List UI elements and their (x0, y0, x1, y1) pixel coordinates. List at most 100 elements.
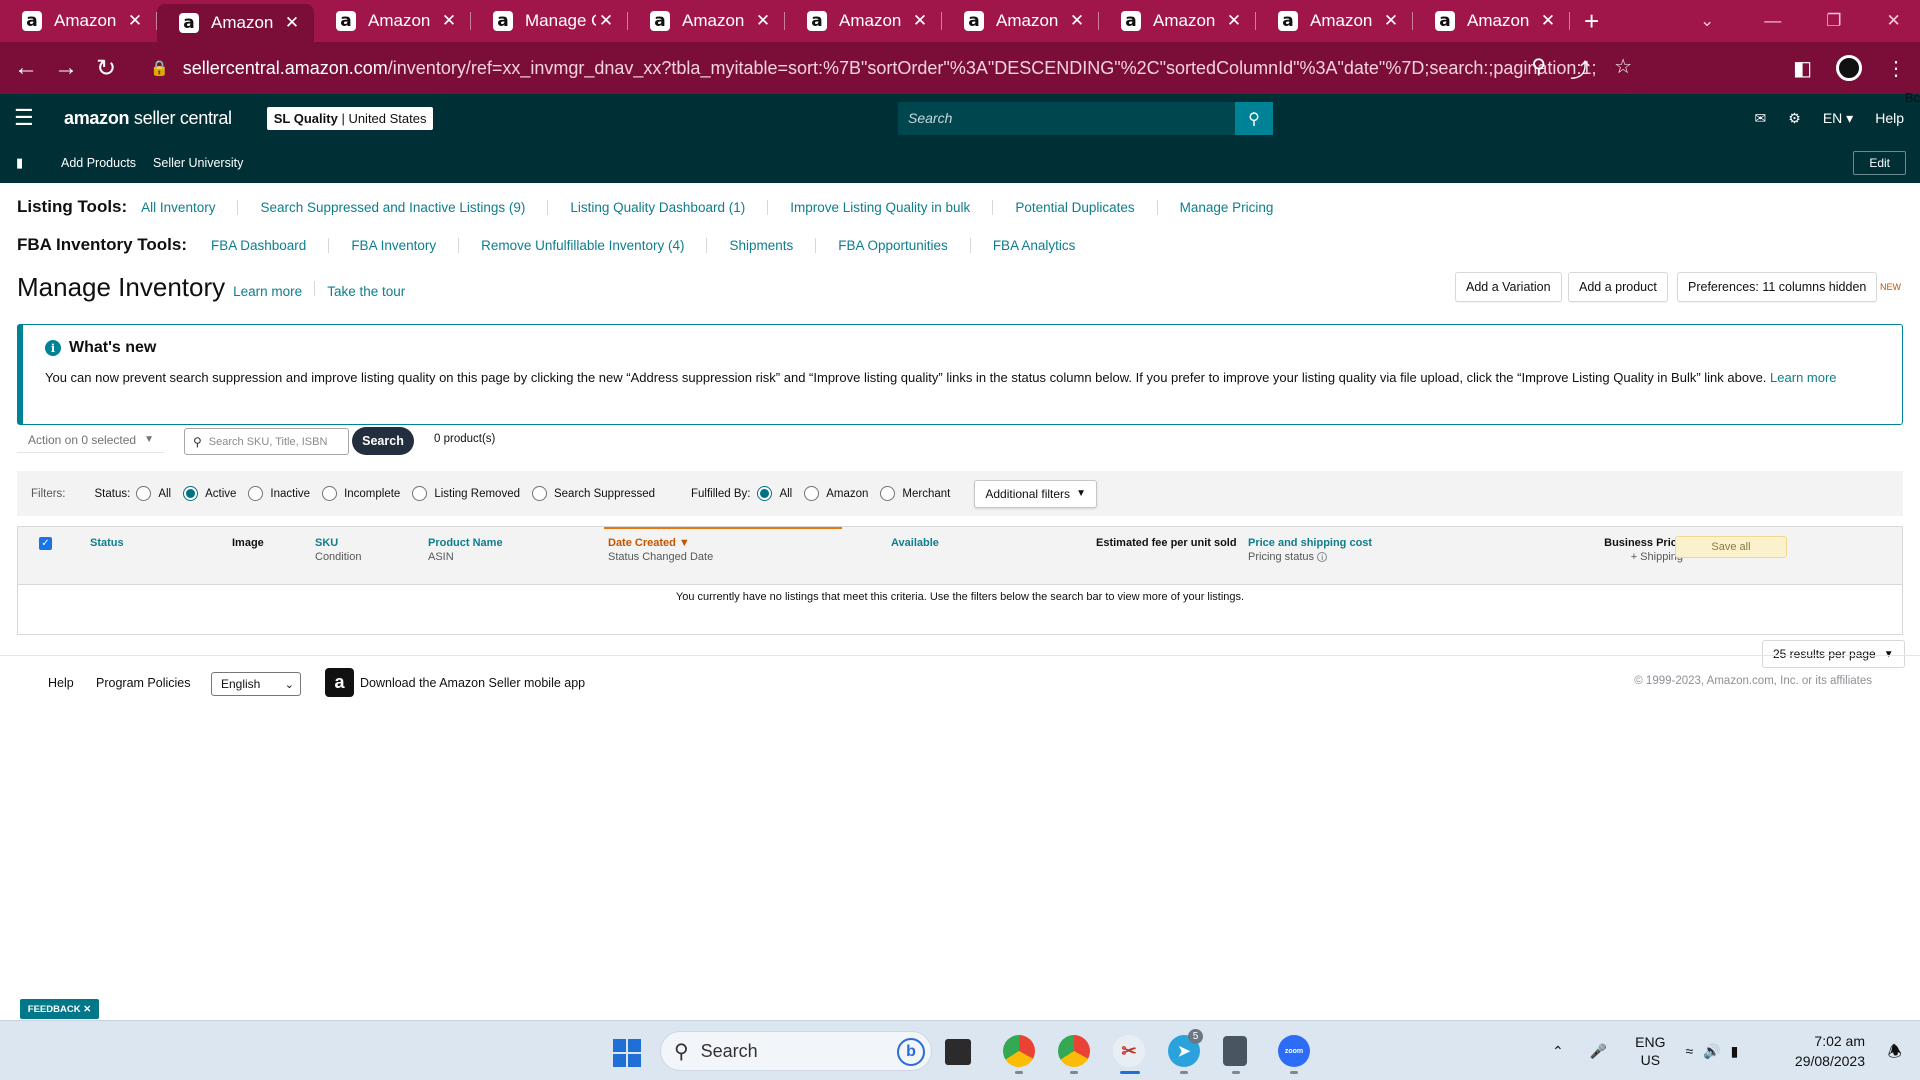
radio-button[interactable] (412, 486, 428, 501)
seller-university-link[interactable]: Seller University (153, 156, 243, 170)
address-bar[interactable]: 🔒 sellercentral.amazon.com/inventory/ref… (136, 47, 1646, 89)
radio-button[interactable] (531, 486, 547, 501)
close-tab-icon[interactable]: ✕ (1067, 11, 1087, 31)
help-link[interactable]: Help (1875, 110, 1904, 126)
seller-central-logo[interactable]: amazon seller central (64, 108, 232, 129)
close-window-icon[interactable]: ✕ (1887, 11, 1901, 31)
notification-bell-icon[interactable]: 🕭 (1888, 1041, 1902, 1068)
url-text[interactable]: sellercentral.amazon.com/inventory/ref=x… (183, 58, 1597, 79)
download-app-link[interactable]: Download the Amazon Seller mobile app (360, 676, 585, 690)
add-variation-button[interactable]: Add a Variation (1455, 272, 1562, 302)
browser-tab[interactable]: a Manage Or✕ (471, 0, 628, 42)
close-tab-icon[interactable]: ✕ (1224, 11, 1244, 31)
listing-tool-manage-pricing[interactable]: Manage Pricing (1156, 199, 1296, 215)
bookmark-icon[interactable]: ▮ (16, 155, 26, 171)
bookmark-star-icon[interactable]: ☆ (1614, 54, 1632, 83)
amazon-app-icon[interactable]: a (325, 668, 354, 697)
bulk-action-select[interactable]: Action on 0 selected ▼ (17, 427, 164, 453)
close-tab-icon[interactable]: ✕ (1381, 11, 1401, 31)
listing-tool-quality-dashboard[interactable]: Listing Quality Dashboard (1) (547, 199, 767, 215)
lock-icon[interactable]: 🔒 (150, 59, 169, 77)
windows-start-icon[interactable] (613, 1039, 641, 1067)
footer-language-select[interactable]: English ⌄ (211, 672, 301, 696)
battery-icon[interactable]: ▮ (1731, 1043, 1739, 1060)
browser-tab[interactable]: a Amazon ✕ (157, 4, 314, 42)
close-tab-icon[interactable]: ✕ (125, 11, 145, 31)
fba-tool-shipments[interactable]: Shipments (706, 237, 815, 253)
chevron-up-icon[interactable]: ⌃ (1552, 1043, 1564, 1060)
forward-icon[interactable]: → (46, 54, 86, 82)
close-tab-icon[interactable]: ✕ (596, 11, 616, 31)
fba-tool-inventory[interactable]: FBA Inventory (328, 237, 458, 253)
close-icon[interactable]: ✕ (83, 1004, 91, 1015)
select-all-checkbox[interactable]: ✓ (39, 537, 52, 550)
preferences-button[interactable]: Preferences: 11 columns hidden (1677, 272, 1878, 302)
close-tab-icon[interactable]: ✕ (439, 11, 459, 31)
listing-tool-potential-duplicates[interactable]: Potential Duplicates (992, 199, 1156, 215)
radio-button[interactable] (757, 486, 773, 501)
side-panel-icon[interactable]: ◧ (1793, 56, 1812, 81)
fba-tool-remove-unfulfillable[interactable]: Remove Unfulfillable Inventory (4) (458, 237, 706, 253)
tab-search-icon[interactable]: ⌄ (1700, 11, 1714, 31)
status-filter-option[interactable]: Incomplete (322, 486, 400, 501)
browser-tab[interactable]: a Amazon ✕ (1413, 0, 1570, 42)
col-date-created[interactable]: Date Created ▼ Status Changed Date (608, 536, 713, 564)
wifi-icon[interactable]: ≈ (1686, 1043, 1694, 1059)
browser-tab[interactable]: a Amazon ✕ (0, 0, 157, 42)
calculator-icon[interactable] (1223, 1036, 1247, 1066)
edit-button[interactable]: Edit (1853, 151, 1906, 175)
language-indicator[interactable]: ENG US (1635, 1033, 1665, 1069)
status-filter-option[interactable]: Active (183, 486, 236, 501)
marketplace-switcher[interactable]: SL Quality | United States (266, 106, 434, 130)
add-product-button[interactable]: Add a product (1568, 272, 1668, 302)
radio-button[interactable] (248, 486, 264, 501)
fulfilled-by-option[interactable]: Amazon (804, 486, 868, 501)
browser-tab[interactable]: a Amazon ✕ (628, 0, 785, 42)
fba-tool-opportunities[interactable]: FBA Opportunities (815, 237, 970, 253)
status-filter-option[interactable]: Listing Removed (412, 486, 520, 501)
settings-gear-icon[interactable]: ⚙ (1788, 110, 1801, 127)
browser-tab[interactable]: a Amazon ✕ (1099, 0, 1256, 42)
radio-button[interactable] (322, 486, 338, 501)
radio-button[interactable] (804, 486, 820, 501)
take-tour-link[interactable]: Take the tour (327, 284, 405, 299)
col-sku[interactable]: SKU Condition (315, 536, 361, 564)
radio-button[interactable] (880, 486, 896, 501)
profile-avatar[interactable] (1836, 55, 1862, 81)
restore-icon[interactable]: ❐ (1826, 11, 1841, 31)
listing-tool-all-inventory[interactable]: All Inventory (139, 200, 237, 215)
footer-policies-link[interactable]: Program Policies (96, 676, 190, 690)
zoom-icon[interactable]: ⚲ (1531, 54, 1546, 83)
chrome-profile-icon[interactable] (1058, 1035, 1090, 1067)
radio-button[interactable] (136, 486, 152, 501)
col-available[interactable]: Available (891, 536, 939, 550)
snipping-tool-icon[interactable]: ✂ (1113, 1035, 1145, 1067)
fulfilled-by-option[interactable]: Merchant (880, 486, 950, 501)
status-filter-option[interactable]: All (136, 486, 171, 501)
share-icon[interactable]: ⤴ (1570, 54, 1590, 83)
fba-tool-dashboard[interactable]: FBA Dashboard (207, 238, 328, 253)
footer-help-link[interactable]: Help (48, 676, 74, 690)
browser-menu-icon[interactable]: ⋮ (1886, 56, 1906, 81)
whats-new-learn-more-link[interactable]: Learn more (1770, 370, 1836, 385)
col-product-name[interactable]: Product Name ASIN (428, 536, 503, 564)
header-search-input[interactable]: Search (898, 102, 1235, 135)
status-filter-option[interactable]: Search Suppressed (531, 486, 655, 501)
close-tab-icon[interactable]: ✕ (1538, 11, 1558, 31)
status-filter-option[interactable]: Inactive (248, 486, 310, 501)
close-tab-icon[interactable]: ✕ (753, 11, 773, 31)
back-icon[interactable]: ← (6, 54, 46, 82)
radio-button[interactable] (183, 486, 199, 501)
close-tab-icon[interactable]: ✕ (910, 11, 930, 31)
save-all-button[interactable]: Save all (1675, 536, 1787, 558)
zoom-app-icon[interactable]: zoom (1278, 1035, 1310, 1067)
sku-search-input[interactable]: ⚲ Search SKU, Title, ISBN (184, 428, 349, 455)
task-view-icon[interactable] (945, 1039, 971, 1065)
browser-tab[interactable]: a Amazon ✕ (314, 0, 471, 42)
additional-filters-button[interactable]: Additional filters ▼ (974, 479, 1097, 508)
taskbar-search[interactable]: ⚲ Search b (660, 1031, 932, 1071)
volume-icon[interactable]: 🔊 (1703, 1043, 1720, 1060)
info-icon[interactable]: i (1317, 552, 1328, 562)
microphone-icon[interactable]: 🎤 (1590, 1043, 1607, 1060)
clock[interactable]: 7:02 am 29/08/2023 (1795, 1031, 1865, 1071)
